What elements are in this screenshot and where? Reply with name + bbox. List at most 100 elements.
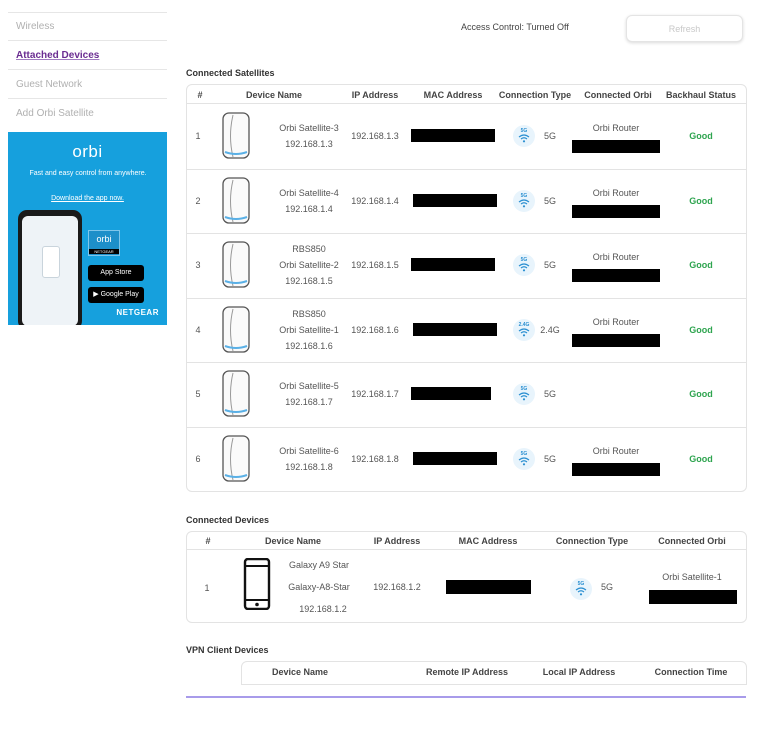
connected-orbi: Orbi Satellite-1 [662, 572, 722, 582]
device-ip: 192.168.1.6 [285, 340, 333, 351]
connected-orbi: Orbi Router [592, 316, 640, 327]
connection-band: 5G [600, 582, 613, 592]
wifi-band-icon: 5G [513, 125, 535, 147]
wifi-icon [575, 587, 587, 596]
orbi-app-badge: orbi NETGEAR [88, 230, 120, 256]
connected-satellites-title: Connected Satellites [186, 68, 275, 78]
vpn-table: Device Name Remote IP Address Local IP Add… [241, 661, 747, 685]
sidebar-item-wireless[interactable]: Wireless [8, 13, 167, 41]
ip-address: 192.168.1.6 [351, 324, 399, 335]
satellite-image [42, 246, 60, 278]
satellites-table: # Device Name IP Address MAC Address Connect… [186, 84, 747, 492]
wifi-band-icon: 5G [513, 254, 535, 277]
connected-orbi: Orbi Router [592, 123, 640, 133]
orbi-satellite-icon [221, 370, 250, 418]
orbi-satellite-icon [221, 176, 250, 224]
column-header: Remote IP Address [425, 667, 509, 677]
table-row[interactable]: 5 Orbi Satellite-5 192.168.1.7 192.168.1.7 5… [187, 362, 746, 426]
row-number: 2 [195, 195, 201, 206]
column-header: Connection Time [654, 667, 728, 677]
connection-band: 5G [543, 389, 556, 400]
column-header: Connected Orbi [584, 90, 652, 100]
refresh-button[interactable]: Refresh [626, 15, 743, 42]
table-row[interactable]: 1 Galaxy A9 Star Galaxy-A8-Star 192.168.1.2… [187, 550, 746, 620]
ip-address: 192.168.1.7 [351, 389, 399, 400]
download-app-link[interactable]: Download the app now. [8, 195, 167, 202]
smartphone-icon [243, 557, 271, 612]
orbi-satellite-icon [221, 435, 250, 482]
connected-orbi-mac-redacted [572, 333, 660, 347]
column-header: Device Name [245, 90, 303, 100]
wifi-icon [518, 392, 530, 401]
wifi-band-icon: 2.4G [513, 318, 535, 341]
sidebar-item-add-orbi-satellite[interactable]: Add Orbi Satellite [8, 100, 167, 128]
access-control-status: Access Control: Turned Off [461, 22, 569, 32]
promo-tagline: Fast and easy control from anywhere. [29, 170, 147, 177]
row-number: 6 [195, 454, 201, 464]
row-number: 1 [195, 131, 201, 141]
connected-orbi-mac-redacted [572, 463, 660, 476]
connection-band: 5G [543, 195, 556, 206]
connected-orbi: Orbi Router [592, 252, 640, 263]
table-row[interactable]: 4 RBS850 Orbi Satellite-1 192.168.1.6 192.16… [187, 298, 746, 362]
backhaul-status: Good [689, 195, 713, 206]
ip-address: 192.168.1.3 [351, 131, 399, 141]
connected-orbi-mac-redacted [572, 204, 660, 218]
column-header: MAC Address [423, 90, 483, 100]
device-hostname: Galaxy-A8-Star [288, 582, 350, 592]
app-store-button[interactable]: App Store [88, 265, 144, 281]
orbi-logo: orbi [72, 142, 103, 161]
connection-band: 5G [543, 454, 556, 464]
backhaul-status: Good [689, 324, 713, 335]
ip-address: 192.168.1.4 [351, 195, 399, 206]
column-header: Connected Orbi [658, 536, 726, 546]
wifi-icon [518, 457, 530, 466]
ip-address: 192.168.1.8 [351, 454, 399, 464]
mac-address-redacted [413, 322, 497, 336]
wifi-icon [518, 134, 530, 143]
column-header: IP Address [351, 90, 399, 100]
mac-address-redacted [411, 129, 495, 142]
device-model: RBS850 [292, 308, 326, 319]
wifi-band-icon: 5G [513, 189, 535, 212]
connection-band: 5G [543, 260, 556, 271]
orbi-app-promo[interactable]: orbi Fast and easy control from anywhere… [8, 132, 167, 325]
connected-orbi-mac-redacted [572, 140, 660, 153]
connected-orbi-mac-redacted [649, 590, 737, 604]
backhaul-status: Good [689, 454, 713, 464]
wifi-icon [518, 263, 530, 272]
table-row[interactable]: 3 RBS850 Orbi Satellite-2 192.168.1.5 192.16… [187, 233, 746, 297]
column-header: Local IP Address [542, 667, 616, 677]
wifi-icon [518, 198, 530, 207]
column-header: Backhaul Status [665, 90, 737, 100]
mac-address-redacted [413, 193, 497, 207]
orbi-satellite-icon [221, 112, 250, 159]
table-row[interactable]: 6 Orbi Satellite-6 192.168.1.8 192.168.1.8 5… [187, 427, 746, 491]
connected-orbi: Orbi Router [592, 187, 640, 198]
connection-band: 2.4G [540, 324, 560, 335]
vpn-client-devices-title: VPN Client Devices [186, 645, 269, 655]
column-header: Device Name [264, 536, 322, 546]
column-header: IP Address [373, 536, 421, 546]
orbi-satellite-icon [221, 306, 250, 353]
connected-devices-title: Connected Devices [186, 515, 270, 525]
netgear-logo: NETGEAR [116, 308, 159, 317]
table-row[interactable]: 1 Orbi Satellite-3 192.168.1.3 192.168.1.3 5… [187, 104, 746, 168]
google-play-button[interactable]: ▶ Google Play [88, 287, 144, 303]
connection-band: 5G [543, 131, 556, 141]
mac-address-redacted [411, 387, 491, 401]
sidebar-item-attached-devices[interactable]: Attached Devices [8, 42, 167, 70]
row-number: 5 [195, 389, 201, 400]
sidebar-item-guest-network[interactable]: Guest Network [8, 71, 167, 99]
device-ip: 192.168.1.2 [299, 604, 347, 614]
backhaul-status: Good [689, 131, 713, 141]
ip-address: 192.168.1.2 [373, 582, 421, 592]
row-number: 1 [204, 583, 210, 593]
vpn-table-divider [186, 696, 746, 698]
table-row[interactable]: 2 Orbi Satellite-4 192.168.1.4 192.168.1.4 5… [187, 169, 746, 233]
row-number: 3 [195, 260, 201, 271]
backhaul-status: Good [689, 260, 713, 271]
column-header: # [205, 536, 211, 546]
mac-address-redacted [446, 580, 531, 594]
device-name: Galaxy A9 Star [288, 560, 350, 570]
